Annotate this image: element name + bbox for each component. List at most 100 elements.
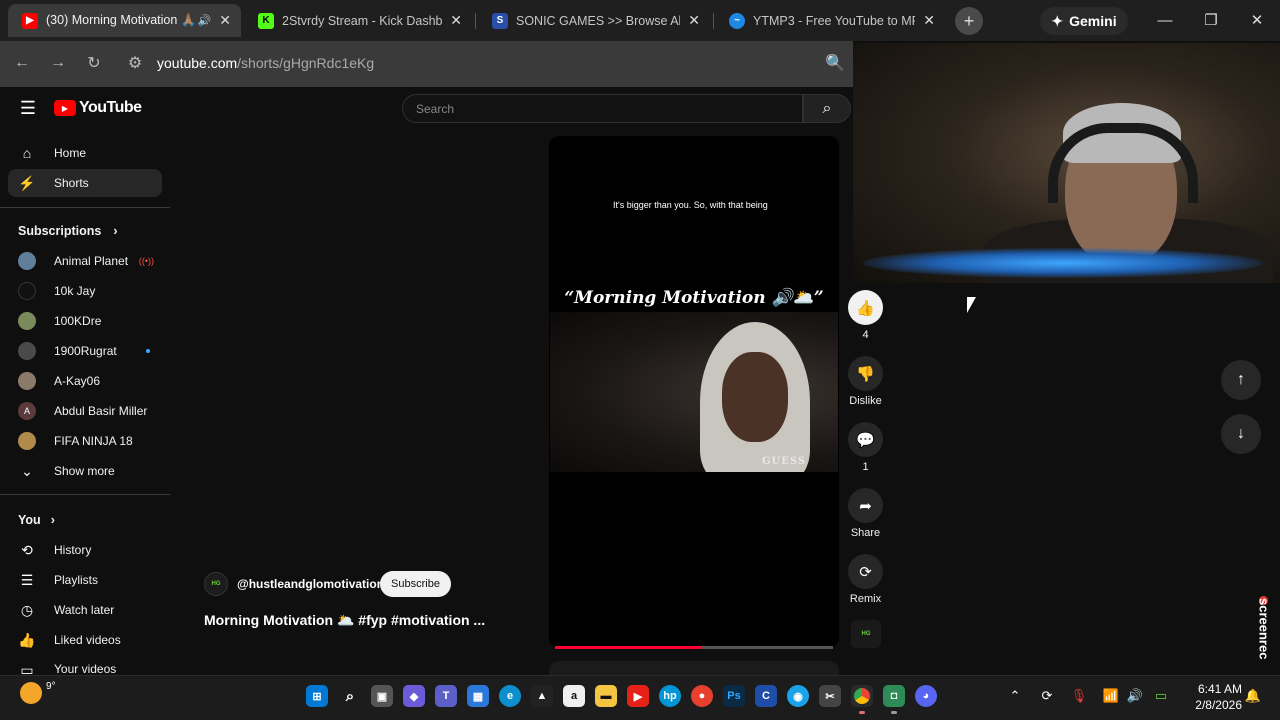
sidebar-item-fifa-ninja-18[interactable]: FIFA NINJA 18 [8, 427, 162, 455]
tab-kick[interactable]: K 2Stvrdy Stream - Kick Dashboard ✕ [244, 4, 472, 37]
edge-icon[interactable]: e [499, 685, 521, 707]
minimize-button[interactable]: — [1151, 8, 1179, 32]
dislike-button[interactable]: 👎 [848, 356, 883, 391]
discord-icon[interactable]: ◕ [915, 685, 937, 707]
like-button[interactable]: 👍 [848, 290, 883, 325]
tab-divider [713, 13, 714, 29]
clock[interactable]: 6:41 AM 2/8/2026 [1186, 681, 1242, 713]
wifi-icon[interactable]: 📶 [1102, 687, 1120, 705]
tab-title: YTMP3 - Free YouTube to MP3 [753, 13, 916, 28]
short-title[interactable]: Morning Motivation 🌥️ #fyp #motivation .… [204, 612, 485, 629]
youtube-logo[interactable]: ▶ YouTube [54, 99, 142, 117]
site-info-icon[interactable]: ⚙ [125, 53, 145, 73]
forward-icon[interactable]: → [48, 53, 68, 73]
menu-icon[interactable]: ☰ [18, 98, 38, 118]
close-window-button[interactable]: ✕ [1243, 8, 1271, 32]
sidebar-item-liked-videos[interactable]: 👍 Liked videos [8, 626, 162, 654]
chrome-active-indicator [859, 711, 865, 714]
sidebar-item-your-videos[interactable]: ▭ Your videos [8, 656, 162, 675]
reload-icon[interactable]: ↻ [84, 53, 104, 73]
playlists-icon: ☰ [20, 571, 34, 588]
tab-youtube[interactable]: ▶ (30) Morning Motivation 🙏🏽 🔊 ✕ [8, 4, 241, 37]
subscriptions-heading[interactable]: Subscriptions › [18, 224, 118, 238]
hp-icon[interactable]: hp [659, 685, 681, 707]
you-heading-label: You [18, 513, 41, 527]
capcut-icon[interactable]: ✂ [819, 685, 841, 707]
search-button[interactable]: ⌕ [803, 94, 851, 123]
weather-widget[interactable]: 9° [20, 680, 56, 704]
sidebar-item-home[interactable]: ⌂ Home [8, 139, 162, 167]
you-heading[interactable]: You › [18, 513, 55, 527]
browser-app-icon[interactable]: ◉ [787, 685, 809, 707]
search-placeholder: Search [416, 101, 455, 116]
affinity-icon[interactable]: ▲ [531, 685, 553, 707]
new-tab-button[interactable]: + [955, 7, 983, 35]
show-more-button[interactable]: ⌄ Show more [8, 457, 162, 485]
tab-sonic-games[interactable]: S SONIC GAMES >> Browse All | ✕ [478, 4, 710, 37]
search-icon[interactable]: ⌕ [339, 685, 361, 707]
notifications-icon[interactable]: 🔔 [1244, 687, 1262, 705]
previous-short-button[interactable]: ↑ [1221, 360, 1261, 400]
address-bar[interactable]: youtube.com/shorts/gHgnRdc1eKg [157, 55, 374, 71]
channel-thumbnail[interactable]: HG [851, 620, 881, 648]
sidebar-item-abdul-basir-miller[interactable]: A Abdul Basir Miller [8, 397, 162, 425]
temperature: 9° [46, 680, 56, 692]
start-icon[interactable]: ⊞ [306, 685, 328, 707]
back-icon[interactable]: ← [12, 53, 32, 73]
sonic-games-icon: S [492, 12, 508, 29]
file-explorer-icon[interactable]: ▬ [595, 685, 617, 707]
microphone-icon[interactable]: 🎙 [1070, 687, 1088, 705]
chevron-up-icon[interactable]: ⌃ [1006, 687, 1024, 705]
sidebar-item-label: Abdul Basir Miller [54, 404, 148, 418]
battery-icon[interactable]: ▭ [1152, 687, 1170, 705]
sidebar-item-100kdre[interactable]: 100KDre [8, 307, 162, 335]
sidebar-item-shorts[interactable]: ⚡ Shorts [8, 169, 162, 197]
sidebar-item-10k-jay[interactable]: 10k Jay [8, 277, 162, 305]
restore-button[interactable]: ❐ [1197, 8, 1225, 32]
channel-avatar[interactable]: HG [204, 572, 228, 596]
next-short-button[interactable]: ↓ [1221, 414, 1261, 454]
next-short-preview[interactable] [549, 661, 839, 675]
copilot-icon[interactable]: ◆ [403, 685, 425, 707]
close-icon[interactable]: ✕ [688, 12, 700, 29]
sidebar-item-label: Your videos [54, 662, 117, 675]
close-icon[interactable]: ✕ [219, 12, 231, 29]
share-button[interactable]: ➦ [848, 488, 883, 523]
sidebar-item-label: FIFA NINJA 18 [54, 434, 133, 448]
sidebar-item-animal-planet[interactable]: Animal Planet ((•)) [8, 247, 162, 275]
sidebar-item-history[interactable]: ⟲ History [8, 536, 162, 564]
comment-count: 1 [862, 461, 869, 473]
sidebar-item-1900rugrat[interactable]: 1900Rugrat [8, 337, 162, 365]
calendar-icon[interactable]: C [755, 685, 777, 707]
remix-button[interactable]: ⟳ [848, 554, 883, 589]
comments-button[interactable]: 💬 [848, 422, 883, 457]
sidebar-item-playlists[interactable]: ☰ Playlists [8, 566, 162, 594]
volume-icon[interactable]: 🔊 [1126, 687, 1144, 705]
store-icon[interactable]: ▦ [467, 685, 489, 707]
video-progress-fill [555, 646, 703, 649]
close-icon[interactable]: ✕ [450, 12, 462, 29]
chrome-icon[interactable] [851, 685, 873, 707]
chevron-right-icon: › [50, 513, 55, 527]
search-input[interactable]: Search [402, 94, 803, 123]
photoshop-icon[interactable]: Ps [723, 685, 745, 707]
speaker-icon[interactable]: 🔊 [198, 14, 212, 27]
gemini-label: Gemini [1069, 13, 1117, 29]
youtube-app-icon[interactable]: ▶ [627, 685, 649, 707]
channel-name[interactable]: @hustleandglomotivation [237, 577, 384, 591]
screenrec-watermark: screenrec [1256, 598, 1272, 660]
task-view-icon[interactable]: ▣ [371, 685, 393, 707]
zoom-icon[interactable]: 🔍 [825, 53, 845, 73]
tab-ytmp3[interactable]: ~ YTMP3 - Free YouTube to MP3 ✕ [715, 4, 945, 37]
close-icon[interactable]: ✕ [923, 12, 935, 29]
gemini-button[interactable]: ✦ Gemini [1040, 7, 1128, 35]
screen-recorder-icon[interactable]: ● [691, 685, 713, 707]
teams-icon[interactable]: T [435, 685, 457, 707]
subscribe-button[interactable]: Subscribe [380, 571, 451, 597]
kick-app-icon[interactable]: ◘ [883, 685, 905, 707]
sidebar-item-label: Home [54, 146, 87, 160]
sidebar-item-a-kay06[interactable]: A-Kay06 [8, 367, 162, 395]
amazon-icon[interactable]: a [563, 685, 585, 707]
sync-icon[interactable]: ⟳ [1038, 687, 1056, 705]
sidebar-item-watch-later[interactable]: ◷ Watch later [8, 596, 162, 624]
